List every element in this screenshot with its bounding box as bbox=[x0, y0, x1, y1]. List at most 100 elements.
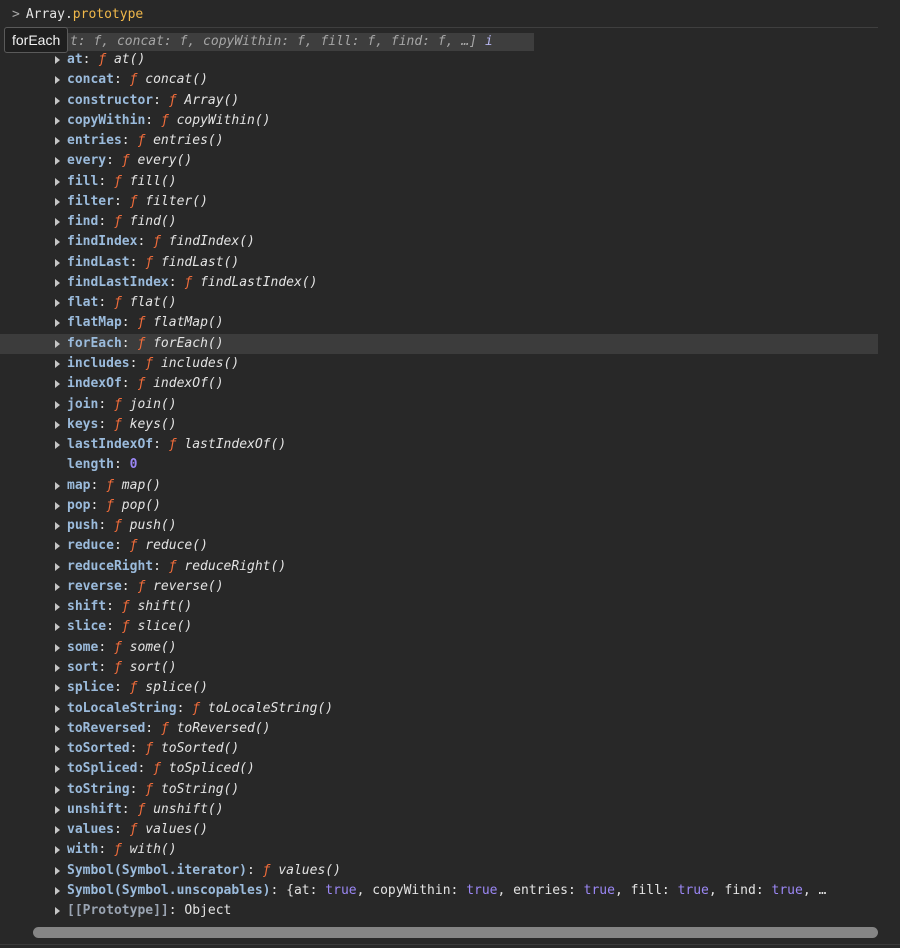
property-row[interactable]: [[Prototype]]: Object bbox=[0, 901, 900, 921]
function-signature: flat() bbox=[129, 295, 177, 311]
expand-triangle-icon[interactable] bbox=[55, 319, 60, 328]
property-row[interactable]: flatMap: ƒ flatMap() bbox=[0, 313, 900, 333]
property-row[interactable]: reduceRight: ƒ reduceRight() bbox=[0, 557, 900, 577]
property-row[interactable]: with: ƒ with() bbox=[0, 840, 900, 860]
property-row[interactable]: reduce: ƒ reduce() bbox=[0, 536, 900, 556]
property-row[interactable]: copyWithin: ƒ copyWithin() bbox=[0, 111, 900, 131]
expand-triangle-icon[interactable] bbox=[55, 359, 60, 368]
expand-triangle-icon[interactable] bbox=[55, 96, 60, 105]
property-row[interactable]: findLastIndex: ƒ findLastIndex() bbox=[0, 273, 900, 293]
property-row[interactable]: toString: ƒ toString() bbox=[0, 780, 900, 800]
property-row[interactable]: sort: ƒ sort() bbox=[0, 658, 900, 678]
property-row[interactable]: concat: ƒ concat() bbox=[0, 70, 900, 90]
object-preview-token: true bbox=[466, 882, 498, 898]
property-row[interactable]: toLocaleString: ƒ toLocaleString() bbox=[0, 699, 900, 719]
property-row[interactable]: flat: ƒ flat() bbox=[0, 293, 900, 313]
expand-triangle-icon[interactable] bbox=[55, 886, 60, 895]
property-content: toLocaleString: ƒ toLocaleString() bbox=[67, 699, 333, 719]
property-row[interactable]: shift: ƒ shift() bbox=[0, 597, 900, 617]
property-row[interactable]: Symbol(Symbol.iterator): ƒ values() bbox=[0, 861, 900, 881]
property-row[interactable]: constructor: ƒ Array() bbox=[0, 91, 900, 111]
expand-triangle-icon[interactable] bbox=[55, 218, 60, 227]
property-colon: : bbox=[98, 659, 114, 675]
expand-triangle-icon[interactable] bbox=[55, 562, 60, 571]
property-row[interactable]: entries: ƒ entries() bbox=[0, 131, 900, 151]
property-row[interactable]: indexOf: ƒ indexOf() bbox=[0, 374, 900, 394]
property-row[interactable]: toSpliced: ƒ toSpliced() bbox=[0, 759, 900, 779]
expand-triangle-icon[interactable] bbox=[55, 805, 60, 814]
expand-triangle-icon[interactable] bbox=[55, 258, 60, 267]
property-row[interactable]: filter: ƒ filter() bbox=[0, 192, 900, 212]
property-key: toReversed bbox=[67, 720, 146, 736]
function-signature: values() bbox=[278, 862, 341, 878]
expand-triangle-icon[interactable] bbox=[55, 157, 60, 166]
expand-triangle-icon[interactable] bbox=[55, 684, 60, 693]
expand-triangle-icon[interactable] bbox=[55, 501, 60, 510]
expand-triangle-icon[interactable] bbox=[55, 603, 60, 612]
expand-triangle-icon[interactable] bbox=[55, 76, 60, 85]
expand-triangle-icon[interactable] bbox=[55, 724, 60, 733]
property-row[interactable]: slice: ƒ slice() bbox=[0, 617, 900, 637]
expand-triangle-icon[interactable] bbox=[55, 582, 60, 591]
property-row[interactable]: values: ƒ values() bbox=[0, 820, 900, 840]
expand-triangle-icon[interactable] bbox=[55, 56, 60, 64]
property-colon: : bbox=[113, 457, 130, 473]
property-row[interactable]: includes: ƒ includes() bbox=[0, 354, 900, 374]
property-row[interactable]: at: ƒ at() bbox=[0, 50, 900, 70]
expand-triangle-icon[interactable] bbox=[55, 663, 60, 672]
property-row[interactable]: fill: ƒ fill() bbox=[0, 172, 900, 192]
expand-triangle-icon[interactable] bbox=[55, 481, 60, 490]
property-row[interactable]: join: ƒ join() bbox=[0, 395, 900, 415]
property-key: includes bbox=[67, 355, 130, 371]
expand-triangle-icon[interactable] bbox=[55, 745, 60, 754]
expand-triangle-icon[interactable] bbox=[55, 826, 60, 835]
property-row[interactable]: every: ƒ every() bbox=[0, 151, 900, 171]
property-row[interactable]: keys: ƒ keys() bbox=[0, 415, 900, 435]
function-signature: toSorted() bbox=[160, 741, 240, 757]
property-row[interactable]: toSorted: ƒ toSorted() bbox=[0, 739, 900, 759]
expand-triangle-icon[interactable] bbox=[55, 704, 60, 713]
property-row[interactable]: splice: ƒ splice() bbox=[0, 678, 900, 698]
expand-triangle-icon[interactable] bbox=[55, 197, 60, 206]
property-row[interactable]: findLast: ƒ findLast() bbox=[0, 253, 900, 273]
property-row[interactable]: length: 0 bbox=[0, 455, 900, 475]
expand-triangle-icon[interactable] bbox=[55, 339, 60, 348]
expand-triangle-icon[interactable] bbox=[55, 380, 60, 389]
property-row[interactable]: push: ƒ push() bbox=[0, 516, 900, 536]
expand-triangle-icon[interactable] bbox=[55, 522, 60, 531]
expand-triangle-icon[interactable] bbox=[55, 623, 60, 632]
expand-triangle-icon[interactable] bbox=[55, 643, 60, 652]
property-row[interactable]: reverse: ƒ reverse() bbox=[0, 577, 900, 597]
property-row[interactable]: lastIndexOf: ƒ lastIndexOf() bbox=[0, 435, 900, 455]
property-row[interactable]: find: ƒ find() bbox=[0, 212, 900, 232]
expand-triangle-icon[interactable] bbox=[55, 441, 60, 450]
expand-triangle-icon[interactable] bbox=[55, 137, 60, 146]
expand-triangle-icon[interactable] bbox=[55, 278, 60, 287]
property-key: forEach bbox=[67, 335, 122, 351]
property-row[interactable]: pop: ƒ pop() bbox=[0, 496, 900, 516]
property-content: reduceRight: ƒ reduceRight() bbox=[67, 557, 286, 577]
property-row[interactable]: Symbol(Symbol.unscopables): {at: true, c… bbox=[0, 881, 900, 901]
horizontal-scrollbar[interactable] bbox=[33, 927, 878, 938]
expand-triangle-icon[interactable] bbox=[55, 866, 60, 875]
expand-triangle-icon[interactable] bbox=[55, 907, 60, 916]
expand-triangle-icon[interactable] bbox=[55, 846, 60, 855]
expand-triangle-icon[interactable] bbox=[55, 116, 60, 125]
property-row[interactable]: map: ƒ map() bbox=[0, 476, 900, 496]
property-row[interactable]: findIndex: ƒ findIndex() bbox=[0, 232, 900, 252]
expand-triangle-icon[interactable] bbox=[55, 177, 60, 186]
object-preview-summary[interactable]: t: f, concat: f, copyWithin: f, fill: f,… bbox=[30, 33, 534, 51]
property-row[interactable]: toReversed: ƒ toReversed() bbox=[0, 719, 900, 739]
expand-triangle-icon[interactable] bbox=[55, 400, 60, 409]
property-row[interactable]: unshift: ƒ unshift() bbox=[0, 800, 900, 820]
expand-triangle-icon[interactable] bbox=[55, 420, 60, 429]
expand-triangle-icon[interactable] bbox=[55, 765, 60, 774]
expand-triangle-icon[interactable] bbox=[55, 542, 60, 551]
property-row[interactable]: some: ƒ some() bbox=[0, 638, 900, 658]
expand-triangle-icon[interactable] bbox=[55, 785, 60, 794]
property-row[interactable]: forEach: ƒ forEach() bbox=[0, 333, 878, 354]
info-icon[interactable]: i bbox=[485, 34, 493, 49]
expand-triangle-icon[interactable] bbox=[55, 299, 60, 308]
expand-triangle-icon[interactable] bbox=[55, 238, 60, 247]
property-key: reduce bbox=[67, 538, 114, 554]
